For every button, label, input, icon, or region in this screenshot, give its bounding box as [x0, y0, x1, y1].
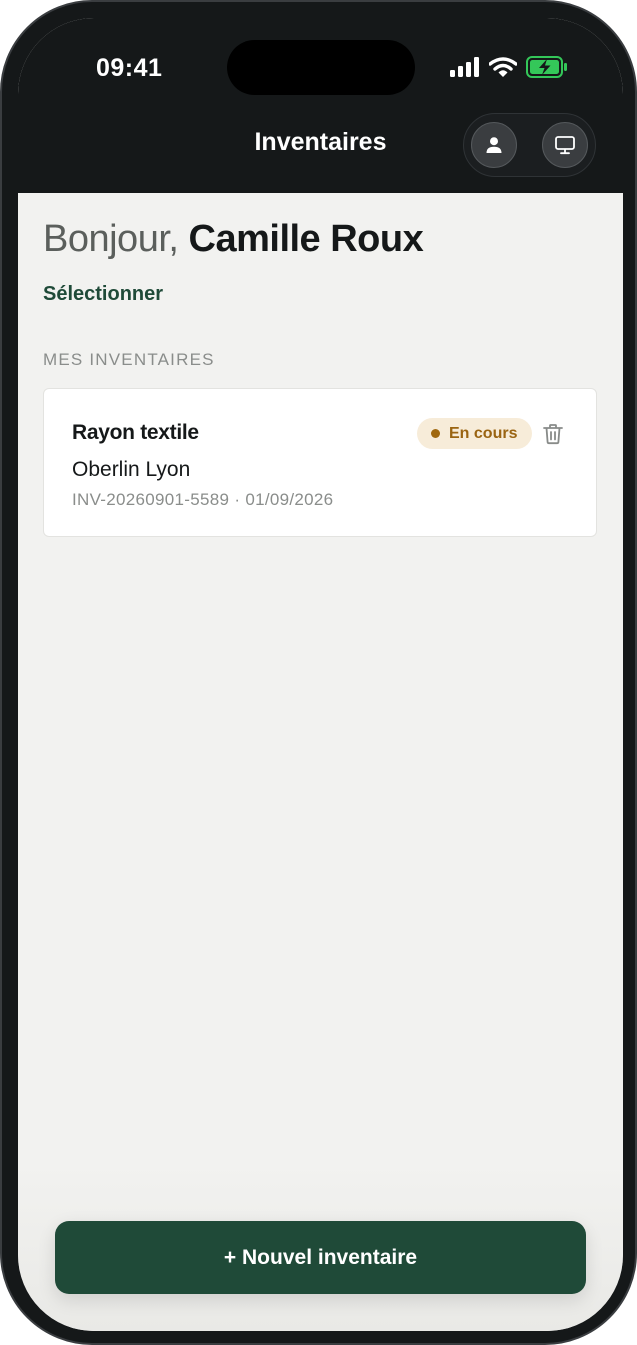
section-heading: MES INVENTAIRES	[43, 350, 215, 369]
phone-frame: 09:41 Inventaires Bonjour, Camille Roux …	[0, 0, 637, 1345]
header-actions	[463, 113, 596, 177]
wifi-icon	[489, 56, 517, 77]
monitor-icon	[555, 136, 575, 155]
new-inventory-button[interactable]: + Nouvel inventaire	[55, 1221, 586, 1294]
greeting-prefix: Bonjour,	[43, 218, 179, 260]
status-icons	[450, 56, 568, 78]
status-badge: En cours	[417, 418, 533, 449]
meta-separator: ·	[234, 490, 241, 509]
inventory-card[interactable]: Rayon textile Oberlin Lyon INV-20260901-…	[43, 388, 597, 537]
user-name: Camille Roux	[188, 218, 424, 260]
inventory-meta: INV-20260901-5589 · 01/09/2026	[72, 490, 333, 510]
cellular-signal-icon	[450, 57, 479, 77]
profile-button[interactable]	[471, 122, 517, 168]
dynamic-island	[227, 40, 415, 95]
inventory-reference: INV-20260901-5589	[72, 490, 230, 509]
status-time: 09:41	[96, 54, 163, 82]
trash-icon[interactable]	[541, 422, 565, 446]
inventory-location: Oberlin Lyon	[72, 458, 191, 481]
select-button[interactable]: Sélectionner	[43, 283, 163, 306]
battery-charging-icon	[526, 56, 567, 78]
status-dot	[431, 429, 440, 438]
inventory-title: Rayon textile	[72, 421, 199, 444]
inventory-date: 01/09/2026	[245, 490, 334, 509]
display-mode-button[interactable]	[542, 122, 588, 168]
app-screen: 09:41 Inventaires Bonjour, Camille Roux …	[18, 18, 623, 1331]
top-bar: 09:41 Inventaires	[18, 18, 623, 193]
status-label: En cours	[449, 424, 518, 442]
user-icon	[486, 137, 502, 153]
greeting: Bonjour, Camille Roux	[43, 218, 424, 261]
